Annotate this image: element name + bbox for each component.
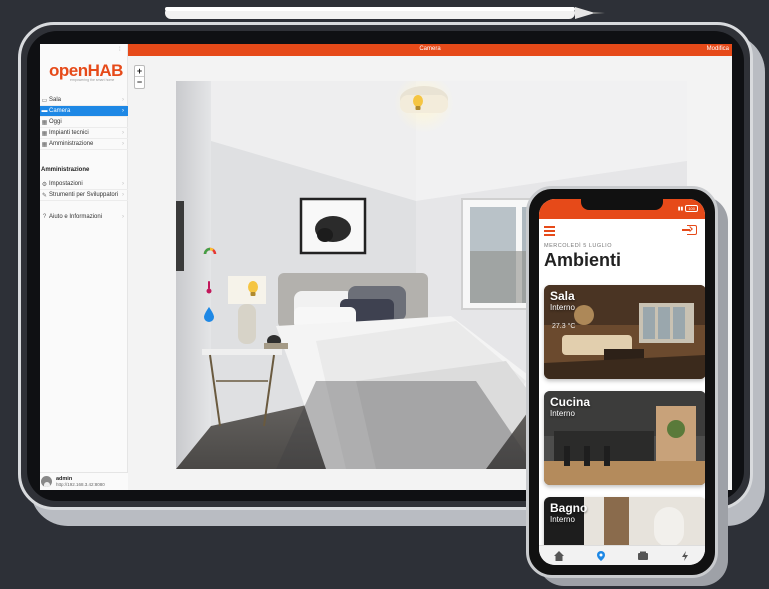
zoom-out-button[interactable]: − [135, 77, 144, 88]
sidebar: ⁞ openHAB empowering the smart home ▭ Sa… [40, 44, 128, 490]
room-type: Interno [550, 303, 575, 312]
room-name: Cucina [550, 395, 591, 409]
bed-icon: ▬ [41, 108, 48, 114]
calendar-icon: ▦ [41, 119, 48, 126]
zoom-in-button[interactable]: + [135, 66, 144, 77]
user-profile[interactable]: admin http://192.168.3.42:8080 [40, 472, 128, 490]
sidebar-item-oggi[interactable]: ▦ Oggi [40, 117, 128, 128]
chevron-right-icon: › [122, 141, 124, 147]
sidebar-item-impostazioni[interactable]: ⚙ Impostazioni › [40, 179, 128, 190]
chevron-right-icon: › [122, 108, 124, 114]
brand-tagline: empowering the smart home [70, 78, 115, 82]
bulb-icon[interactable] [246, 280, 260, 298]
battery-indicator: 100 [685, 205, 698, 212]
edit-button[interactable]: Modifica [707, 46, 729, 52]
signal-icon: ▮▮ [677, 205, 684, 212]
sidebar-item-label: Sala [49, 97, 62, 103]
status-bar: ▮▮ 100 [678, 205, 698, 212]
room-card-sala[interactable]: Sala Interno 27.3 °C [544, 285, 705, 379]
help-icon: ? [42, 213, 47, 220]
grid-icon: ▦ [41, 130, 48, 137]
sidebar-item-label: Amministrazione [49, 141, 94, 147]
phone-page-title: Ambienti [544, 250, 622, 270]
sidebar-item-impianti[interactable]: ▦ Impianti tecnici › [40, 128, 128, 139]
home-icon[interactable] [553, 550, 565, 562]
room-type: Interno [550, 409, 575, 418]
sidebar-item-label: Strumenti per Sviluppatori [49, 192, 119, 198]
chevron-right-icon: › [122, 181, 124, 187]
thermometer-icon[interactable] [205, 280, 213, 294]
admin-nav: ⚙ Impostazioni › ✎ Strumenti per Svilupp… [40, 179, 128, 201]
sofa-icon: ▭ [41, 97, 48, 104]
room-name: Bagno [550, 501, 588, 515]
wrench-icon: ✎ [41, 192, 48, 199]
phone-screen: ▮▮ 100 MERCOLEDÌ 5 LUGLIO Ambienti Sala … [539, 199, 705, 565]
chevron-right-icon: › [122, 192, 124, 198]
sidebar-nav: ▭ Sala › ▬ Camera › ▦ Oggi ▦ Impianti te… [40, 95, 128, 150]
chevron-right-icon: › [122, 213, 124, 220]
bottom-tab-bar [539, 545, 705, 565]
top-bar: Camera Modifica [128, 44, 732, 56]
water-drop-icon[interactable] [203, 306, 215, 322]
current-date: MERCOLEDÌ 5 LUGLIO [544, 243, 612, 249]
section-title-admin: Amministrazione [41, 167, 90, 173]
room-card-cucina[interactable]: Cucina Interno [544, 391, 705, 485]
sidebar-item-amministrazione[interactable]: ▦ Amministrazione › [40, 139, 128, 150]
grid-icon: ▦ [41, 141, 48, 148]
sidebar-toggle[interactable]: ⁞ [119, 47, 121, 53]
chevron-right-icon: › [122, 97, 124, 103]
avatar [41, 476, 52, 487]
media-icon[interactable] [637, 550, 649, 562]
sidebar-item-sala[interactable]: ▭ Sala › [40, 95, 128, 106]
zoom-control: + − [134, 65, 145, 89]
menu-icon[interactable] [544, 226, 555, 236]
phone-device: ▮▮ 100 MERCOLEDÌ 5 LUGLIO Ambienti Sala … [526, 186, 718, 578]
bolt-icon[interactable] [679, 550, 691, 562]
location-pin-icon[interactable] [595, 550, 607, 562]
sidebar-item-strumenti[interactable]: ✎ Strumenti per Sviluppatori › [40, 190, 128, 201]
stylus-pencil [165, 7, 605, 19]
gauge-icon[interactable] [203, 245, 217, 255]
chevron-right-icon: › [122, 130, 124, 136]
sidebar-item-label: Aiuto e Informazioni [49, 213, 103, 220]
sidebar-item-camera[interactable]: ▬ Camera › [40, 106, 128, 117]
openhab-logo[interactable]: openHAB empowering the smart home [46, 56, 123, 86]
gear-icon: ⚙ [41, 181, 48, 188]
phone-notch [581, 199, 663, 210]
room-temperature: 27.3 °C [552, 323, 576, 330]
sidebar-item-label: Impianti tecnici [49, 130, 89, 136]
page-title: Camera [419, 46, 441, 52]
sidebar-item-label: Impostazioni [49, 181, 83, 187]
bulb-icon[interactable] [411, 94, 425, 112]
room-name: Sala [550, 289, 575, 303]
server-url: http://192.168.3.42:8080 [56, 481, 105, 487]
room-type: Interno [550, 515, 575, 524]
sidebar-item-label: Camera [49, 108, 71, 114]
sidebar-item-aiuto[interactable]: ? Aiuto e Informazioni › [40, 211, 128, 222]
logout-icon[interactable] [682, 225, 697, 235]
sidebar-item-label: Oggi [49, 119, 62, 125]
help-nav: ? Aiuto e Informazioni › [40, 211, 128, 222]
